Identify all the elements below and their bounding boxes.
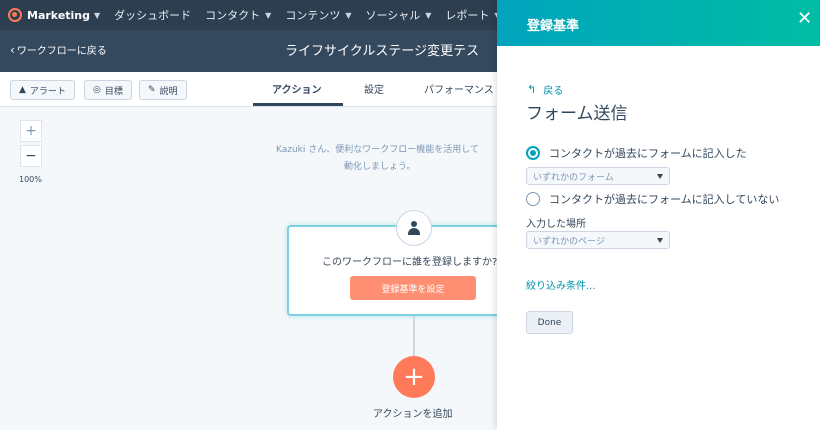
panel-heading: フォーム送信 <box>526 104 628 124</box>
panel-title: 登録基準 <box>527 19 580 34</box>
hubspot-logo-icon <box>8 8 22 22</box>
canvas-hint-line2: 動化しましょう。 <box>344 162 416 172</box>
tab-settings[interactable]: 設定 <box>364 81 384 96</box>
panel-back-link[interactable]: ↰ 戻る <box>527 82 563 97</box>
chevron-down-icon: ▼ <box>94 10 101 20</box>
tab-actions[interactable]: アクション <box>272 81 322 96</box>
workflow-title[interactable]: ライフサイクルステージ変更テス <box>285 40 479 59</box>
nav-item-contacts[interactable]: コンタクト ▼ <box>205 7 271 23</box>
enrollment-criteria-panel: 登録基準 ✕ ↰ 戻る フォーム送信 コンタクトが過去にフォームに記入した いず… <box>497 0 820 430</box>
option-not-submitted[interactable]: コンタクトが過去にフォームに記入していない <box>526 191 779 207</box>
done-button[interactable]: Done <box>526 311 573 334</box>
nav-item-label: コンテンツ <box>285 9 341 22</box>
filter-conditions-link[interactable]: 絞り込み条件... <box>526 277 596 292</box>
nav-item-social[interactable]: ソーシャル ▼ <box>365 7 431 23</box>
canvas-hint: Kazuki さん、便利なワークフロー機能を活用して 動化しましょう。 <box>276 142 516 176</box>
page-select[interactable]: いずれかのページ <box>526 231 670 249</box>
goal-button[interactable]: ◎ 目標 <box>84 80 132 100</box>
nav-item-label: レポート <box>445 9 490 22</box>
workflow-connector <box>413 316 415 356</box>
add-action-button[interactable]: + <box>393 356 435 398</box>
form-select-value: いずれかのフォーム <box>533 172 614 183</box>
back-to-workflows-link[interactable]: ‹ ワークフローに戻る <box>10 42 107 58</box>
form-select[interactable]: いずれかのフォーム <box>526 167 670 185</box>
nav-item-label: コンタクト <box>205 9 261 22</box>
zoom-level: 100% <box>19 175 42 184</box>
location-label: 入力した場所 <box>526 219 586 230</box>
active-tab-indicator <box>253 103 343 106</box>
nav-item-reports[interactable]: レポート ▼ <box>445 7 500 23</box>
back-to-workflows-label: ワークフローに戻る <box>16 46 107 57</box>
brand[interactable]: Marketing ▼ <box>0 0 100 30</box>
goal-button-label: 目標 <box>104 86 123 97</box>
nav-item-label: ソーシャル <box>365 9 421 22</box>
nav-item-dashboard[interactable]: ダッシュボード <box>114 7 191 23</box>
chevron-down-icon: ▼ <box>345 10 352 20</box>
page-select-value: いずれかのページ <box>533 236 605 247</box>
set-criteria-button[interactable]: 登録基準を設定 <box>350 276 476 300</box>
nav-item-content[interactable]: コンテンツ ▼ <box>285 7 351 23</box>
radio-submitted[interactable] <box>526 146 540 160</box>
warning-icon: ▲ <box>19 85 26 95</box>
plus-icon: + <box>403 362 425 392</box>
radio-not-submitted[interactable] <box>526 192 540 206</box>
target-icon: ◎ <box>93 85 101 95</box>
zoom-out-button[interactable]: − <box>20 145 42 167</box>
contact-avatar <box>396 210 432 246</box>
option-not-submitted-label: コンタクトが過去にフォームに記入していない <box>549 193 780 206</box>
panel-header: 登録基準 ✕ <box>497 0 820 46</box>
canvas-hint-line1: Kazuki さん、便利なワークフロー機能を活用して <box>276 145 479 155</box>
option-submitted[interactable]: コンタクトが過去にフォームに記入した <box>526 145 747 161</box>
alert-button[interactable]: ▲ アラート <box>10 80 75 100</box>
chevron-down-icon: ▼ <box>265 10 272 20</box>
trigger-question: このワークフローに誰を登録しますか? <box>322 257 498 268</box>
description-button[interactable]: ✎ 説明 <box>139 80 187 100</box>
caret-down-icon <box>657 238 663 243</box>
tab-performance[interactable]: パフォーマンス <box>424 81 494 96</box>
chevron-down-icon: ▼ <box>425 10 432 20</box>
alert-button-label: アラート <box>29 86 66 97</box>
nav-item-label: ダッシュボード <box>114 9 192 22</box>
caret-down-icon <box>657 174 663 179</box>
zoom-controls: + − <box>20 120 42 167</box>
description-button-label: 説明 <box>159 86 178 97</box>
panel-back-label: 戻る <box>543 86 564 97</box>
add-action-label: アクションを追加 <box>373 409 453 420</box>
person-icon <box>407 221 421 235</box>
back-arrow-icon: ↰ <box>527 83 537 96</box>
zoom-in-button[interactable]: + <box>20 120 42 142</box>
close-icon[interactable]: ✕ <box>797 10 812 28</box>
chevron-left-icon: ‹ <box>10 42 15 57</box>
brand-label: Marketing <box>27 8 91 22</box>
edit-icon: ✎ <box>148 85 156 95</box>
option-submitted-label: コンタクトが過去にフォームに記入した <box>549 147 747 160</box>
